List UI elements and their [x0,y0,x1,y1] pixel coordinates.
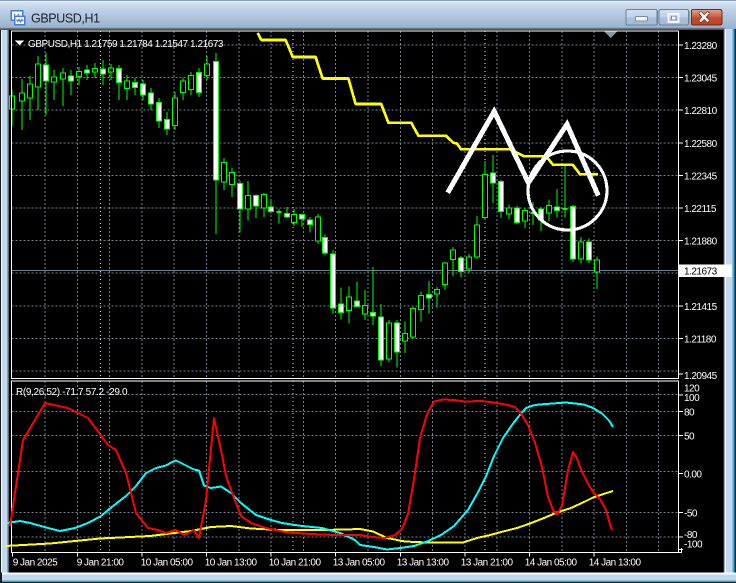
svg-text:1.23045: 1.23045 [684,74,718,85]
svg-text:1.23280: 1.23280 [684,41,718,52]
svg-text:1.20945: 1.20945 [684,371,718,382]
svg-text:13 Jan 05:00: 13 Jan 05:00 [333,558,386,569]
svg-text:1.21180: 1.21180 [684,334,717,345]
svg-text:10 Jan 13:00: 10 Jan 13:00 [205,558,258,569]
svg-text:GBPUSD,H1 1.21759 1.21784 1.2: GBPUSD,H1 1.21759 1.21784 1.21547 1.2167… [28,39,224,50]
svg-text:10 Jan 05:00: 10 Jan 05:00 [141,558,194,569]
svg-text:1.22810: 1.22810 [684,106,718,117]
svg-text:14 Jan 13:00: 14 Jan 13:00 [589,558,642,569]
svg-text:1.22115: 1.22115 [684,204,717,215]
svg-text:1.22580: 1.22580 [684,139,718,150]
svg-text:13 Jan 13:00: 13 Jan 13:00 [397,558,450,569]
svg-text:80: 80 [684,408,695,419]
svg-text:1.21673: 1.21673 [684,266,718,277]
svg-text:1.21415: 1.21415 [684,302,718,313]
svg-text:R(9,26,52) -71.7 57.2 -29.0: R(9,26,52) -71.7 57.2 -29.0 [16,387,128,398]
svg-text:0.00: 0.00 [684,469,702,480]
svg-text:100: 100 [684,393,700,404]
svg-text:10 Jan 21:00: 10 Jan 21:00 [269,558,322,569]
svg-text:GBPUSD,H1: GBPUSD,H1 [31,12,100,26]
svg-text:-100: -100 [684,540,703,551]
svg-text:14 Jan 05:00: 14 Jan 05:00 [525,558,578,569]
svg-text:9 Jan 21:00: 9 Jan 21:00 [77,558,125,569]
svg-text:50: 50 [684,432,695,443]
svg-text:-50: -50 [684,509,698,520]
svg-text:1.22345: 1.22345 [684,171,718,182]
svg-text:9 Jan 2025: 9 Jan 2025 [13,558,58,569]
svg-text:1.21880: 1.21880 [684,237,718,248]
svg-text:13 Jan 21:00: 13 Jan 21:00 [461,558,514,569]
